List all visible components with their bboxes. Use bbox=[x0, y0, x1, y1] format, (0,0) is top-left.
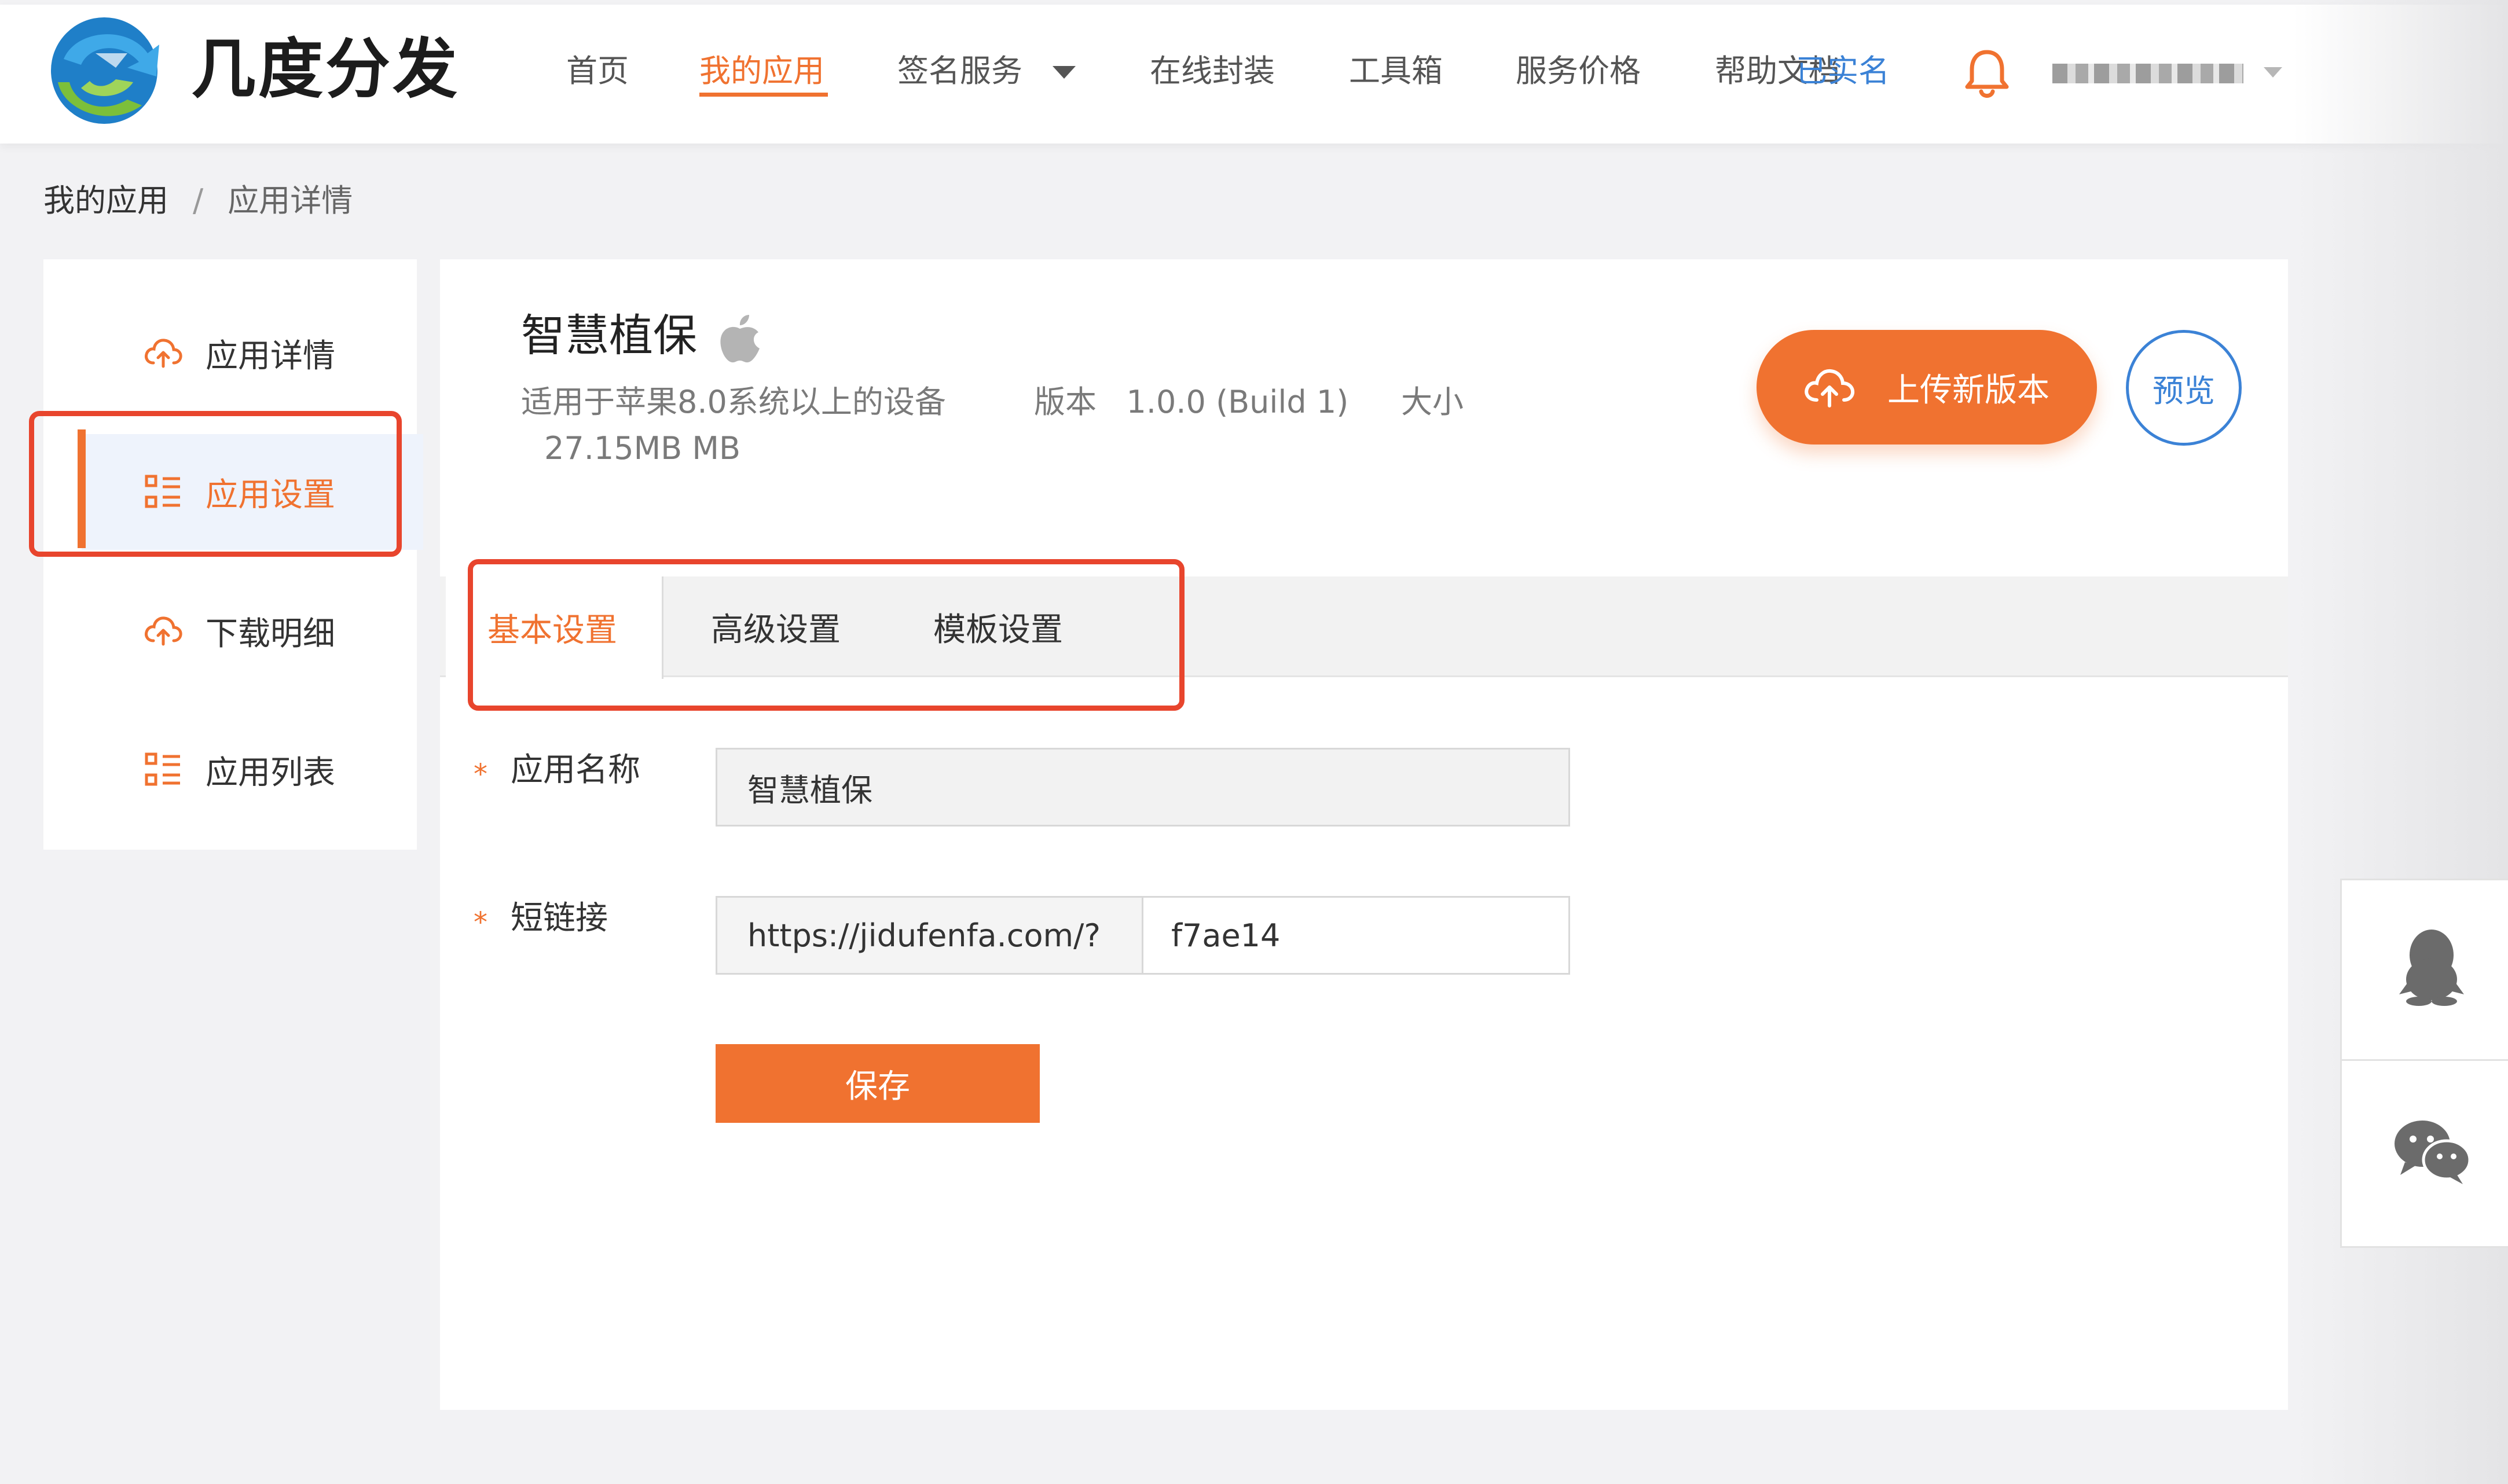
sidebar-item-label: 下载明细 bbox=[206, 615, 335, 653]
nav-active-underline bbox=[699, 93, 828, 97]
jidu-logo-icon[interactable] bbox=[41, 13, 168, 128]
floating-panel-divider bbox=[2340, 1059, 2508, 1061]
upload-new-version-button[interactable]: 上传新版本 bbox=[1757, 330, 2097, 445]
device-requirement: 适用于苹果8.0系统以上的设备 bbox=[521, 384, 946, 420]
size-label: 大小 bbox=[1401, 384, 1464, 420]
short-link-code-input[interactable]: f7ae14 bbox=[1142, 896, 1570, 975]
nav-pricing[interactable]: 服务价格 bbox=[1516, 51, 1641, 91]
breadcrumb-root[interactable]: 我的应用 bbox=[43, 182, 168, 219]
page-edge-shadow bbox=[2293, 0, 2508, 1484]
sidebar-item-app-details[interactable]: 应用详情 bbox=[43, 295, 417, 411]
short-link-label: 短链接 bbox=[511, 899, 608, 937]
wechat-icon[interactable] bbox=[2392, 1117, 2471, 1185]
qq-penguin-icon[interactable] bbox=[2396, 926, 2467, 1006]
breadcrumb: 我的应用 / 应用详情 bbox=[43, 181, 353, 221]
sidebar-item-download-details[interactable]: 下载明细 bbox=[43, 573, 417, 689]
preview-button[interactable]: 预览 bbox=[2126, 330, 2242, 446]
version-value: 1.0.0 (Build 1) bbox=[1126, 384, 1349, 420]
list-icon bbox=[145, 752, 180, 786]
bell-icon[interactable] bbox=[1963, 47, 2011, 100]
sidebar-item-label: 应用列表 bbox=[206, 754, 335, 792]
breadcrumb-current: 应用详情 bbox=[228, 182, 353, 219]
version-info: 版本 1.0.0 (Build 1) bbox=[1034, 382, 1348, 423]
nav-my-apps[interactable]: 我的应用 bbox=[699, 51, 824, 91]
nav-signing-service[interactable]: 签名服务 bbox=[897, 51, 1022, 91]
app-name-label: 应用名称 bbox=[511, 751, 640, 789]
cloud-upload-icon bbox=[145, 339, 182, 368]
user-name-blurred[interactable] bbox=[2052, 64, 2243, 83]
annotation-highlight-box bbox=[29, 411, 402, 557]
required-mark: * bbox=[474, 906, 487, 939]
upload-button-label: 上传新版本 bbox=[1887, 371, 2049, 409]
nav-toolbox[interactable]: 工具箱 bbox=[1349, 51, 1443, 91]
annotation-highlight-box bbox=[468, 559, 1185, 711]
version-label: 版本 bbox=[1034, 384, 1097, 420]
apple-icon bbox=[720, 315, 760, 363]
sidebar-item-app-list[interactable]: 应用列表 bbox=[43, 712, 417, 828]
nav-online-package[interactable]: 在线封装 bbox=[1150, 51, 1275, 91]
app-title: 智慧植保 bbox=[521, 310, 697, 361]
save-button[interactable]: 保存 bbox=[716, 1044, 1040, 1123]
short-link-prefix: https://jidufenfa.com/? bbox=[716, 896, 1143, 975]
chevron-down-icon[interactable] bbox=[1053, 66, 1076, 79]
brand-name[interactable]: 几度分发 bbox=[191, 29, 460, 110]
size-value: 27.15MB MB bbox=[544, 430, 741, 466]
nav-home[interactable]: 首页 bbox=[566, 51, 629, 91]
app-name-input[interactable]: 智慧植保 bbox=[716, 748, 1570, 827]
realname-link[interactable]: 已实名 bbox=[1796, 51, 1890, 91]
sidebar-item-label: 应用详情 bbox=[206, 337, 335, 375]
cloud-upload-icon bbox=[145, 616, 182, 646]
cloud-upload-icon bbox=[1805, 369, 1855, 407]
breadcrumb-separator: / bbox=[193, 182, 204, 219]
caret-down-icon[interactable] bbox=[2264, 67, 2282, 78]
required-mark: * bbox=[474, 758, 487, 791]
